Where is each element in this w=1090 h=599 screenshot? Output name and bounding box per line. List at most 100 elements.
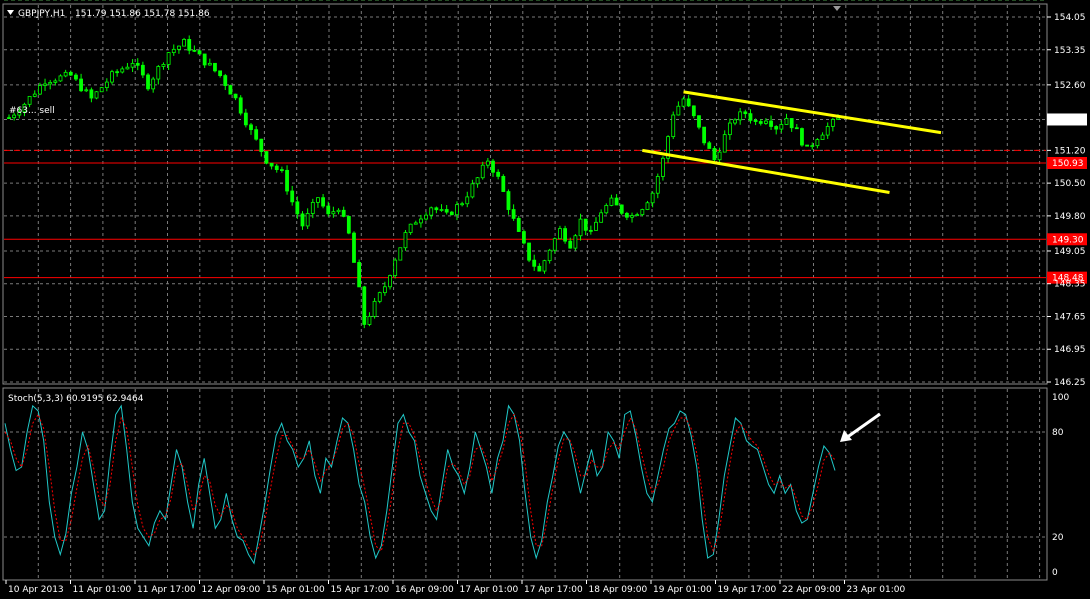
candle-body [403, 232, 408, 249]
candle-body [372, 300, 377, 317]
candle-body [455, 204, 459, 216]
candle-body [346, 216, 351, 234]
candle [800, 127, 804, 147]
stoch-tick-label: 0 [1052, 568, 1058, 578]
candle-body [794, 127, 799, 130]
candle-body [295, 201, 300, 215]
candle-body [815, 139, 820, 147]
candle-body [305, 213, 310, 227]
candle-body [439, 209, 444, 211]
candle [501, 174, 506, 193]
candle [213, 62, 217, 73]
candle-body [681, 98, 686, 107]
candle-body [738, 111, 743, 121]
price-tick-label: 148.35 [1054, 280, 1086, 290]
candle-body [94, 91, 99, 99]
price-tick-label: 149.80 [1054, 212, 1086, 222]
oscillator-label: Stoch(5,3,3) 60.9195 62.9464 [8, 394, 144, 404]
candle-body [192, 49, 197, 52]
candle-body [764, 120, 768, 124]
candle-body [825, 126, 830, 136]
candle-body [377, 292, 382, 302]
candle-body [805, 144, 810, 147]
candle-body [583, 218, 588, 231]
candle-body [717, 151, 722, 161]
candle-body [27, 95, 32, 105]
candle-body [388, 275, 392, 288]
candle-body [228, 85, 233, 95]
candle-body [207, 62, 212, 66]
candle-body [48, 82, 53, 85]
time-tick-label: 19 Apr 01:00 [653, 585, 712, 595]
candle-body [460, 203, 465, 206]
candle-body [419, 218, 423, 224]
candle-body [624, 212, 629, 218]
stoch-tick-label: 80 [1052, 428, 1064, 438]
candle-body [501, 175, 506, 192]
candle-body [604, 205, 609, 214]
candle-body [480, 164, 485, 179]
candle-body [413, 222, 418, 225]
candle [346, 215, 351, 235]
candle-body [321, 197, 325, 207]
stoch-tick-label: 20 [1052, 533, 1064, 543]
candle [110, 69, 114, 85]
candle-body [300, 213, 305, 227]
time-tick-label: 16 Apr 09:00 [395, 585, 454, 595]
candle-body [331, 211, 336, 215]
candle-body [645, 202, 650, 210]
candle-body [120, 68, 125, 73]
candle-body [444, 209, 449, 213]
candle-body [748, 113, 753, 121]
candle-body [223, 75, 228, 86]
candle-body [547, 249, 552, 262]
candle-body [640, 209, 645, 216]
candle-body [382, 286, 387, 294]
candle [377, 291, 382, 304]
candle-body [280, 169, 284, 171]
candle-body [269, 162, 274, 167]
candle-body [249, 124, 253, 131]
candle-body [784, 118, 789, 125]
candle-body [758, 121, 763, 124]
candle-body [573, 235, 578, 249]
candle-body [79, 78, 83, 92]
candle-body [578, 218, 583, 237]
candle [522, 229, 526, 245]
candle-body [537, 265, 542, 272]
candle [238, 95, 243, 116]
candle-body [285, 169, 289, 192]
stoch-tick-label: 100 [1052, 393, 1069, 403]
candle-body [424, 214, 428, 220]
candle-body [290, 190, 295, 203]
candle [697, 115, 701, 130]
candle-body [233, 93, 238, 99]
candle-body [362, 286, 367, 325]
candle-body [341, 209, 346, 217]
chart-background [0, 0, 1090, 599]
candle-body [707, 142, 712, 149]
candle-body [655, 176, 660, 194]
time-tick-label: 11 Apr 17:00 [137, 585, 196, 595]
candle-body [104, 81, 109, 89]
time-tick-label: 23 Apr 01:00 [847, 585, 906, 595]
candle-body [274, 165, 279, 170]
candle-body [727, 122, 732, 136]
level-price-label: 149.30 [1052, 235, 1084, 245]
candle-body [259, 138, 264, 152]
candle-body [599, 212, 604, 223]
candle-body [779, 124, 784, 130]
candle-body [511, 209, 516, 219]
candle-body [769, 120, 773, 127]
time-tick-label: 15 Apr 01:00 [266, 585, 325, 595]
candle-body [671, 114, 676, 138]
candle-body [470, 183, 475, 198]
trading-chart[interactable]: 150.93149.30148.48151.86 154.05153.35152… [0, 0, 1090, 599]
candle-body [712, 148, 717, 161]
candle-body [733, 119, 737, 124]
candle-body [630, 215, 634, 218]
candle [393, 257, 398, 279]
time-tick-label: 17 Apr 17:00 [524, 585, 583, 595]
candle-body [115, 71, 120, 74]
candle-body [110, 71, 114, 83]
